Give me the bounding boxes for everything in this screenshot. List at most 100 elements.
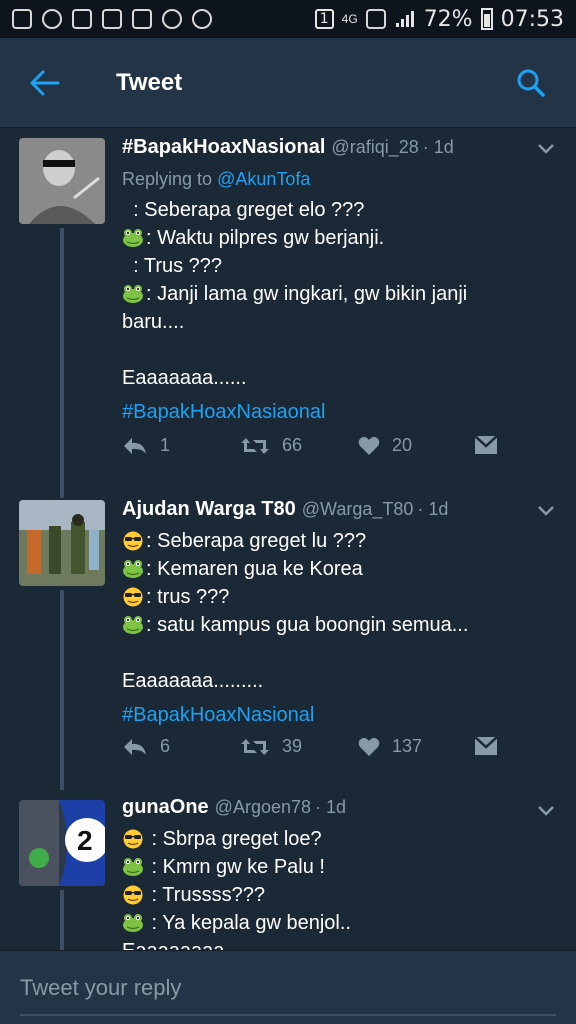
key-icon <box>132 9 152 29</box>
direct-message-button[interactable] <box>474 435 498 455</box>
tweet-line: : Seberapa greget lu ??? <box>122 527 556 555</box>
search-button[interactable] <box>486 38 576 128</box>
tweet-line: : Janji lama gw ingkari, gw bikin janji <box>122 280 556 308</box>
tweet-header: #BapakHoaxNasional @rafiqi_28 · 1d <box>122 136 556 159</box>
tweet-line: : Trussss??? <box>122 881 556 909</box>
tweet-line: : Sbrpa greget loe? <box>122 825 556 853</box>
tweet-body: #BapakHoaxNasional @rafiqi_28 · 1d Reply… <box>122 136 556 426</box>
hashtag-link[interactable]: #BapakHoaxNasiaonal <box>122 398 556 426</box>
app-notification-icon <box>12 9 32 29</box>
tweet-line-text: : Waktu pilpres gw berjanji. <box>146 227 385 249</box>
tweet-text: : Seberapa greget lu ??? : Kemaren gua ke… <box>122 527 556 695</box>
usb-icon <box>102 9 122 29</box>
frog-emoji-icon <box>123 616 143 634</box>
reply-input-underline <box>20 1014 556 1016</box>
tweet-time: · 1d <box>422 137 454 157</box>
tweet-line: : Kemaren gua ke Korea <box>122 555 556 583</box>
avatar[interactable] <box>19 500 105 586</box>
tweet-line-text: : Janji lama gw ingkari, gw bikin janji <box>146 283 468 305</box>
tweet-line: Eaaaaaaaa <box>122 937 556 950</box>
tweet-time: · 1d <box>417 499 449 519</box>
user-handle[interactable]: @Argoen78 <box>215 797 311 818</box>
tweet[interactable]: Ajudan Warga T80 @Warga_T80 · 1d : Seber… <box>0 490 576 790</box>
arrow-left-icon <box>30 70 60 95</box>
avatar-image <box>19 500 105 586</box>
tweet-line-text: : Seberapa greget elo ??? <box>122 199 365 221</box>
recycle-icon <box>72 9 92 29</box>
reply-count: 1 <box>160 435 171 455</box>
tweet-line: : trus ??? <box>122 583 556 611</box>
network-type: 4G <box>341 12 358 26</box>
display-name[interactable]: Ajudan Warga T80 <box>122 498 296 521</box>
thread-line <box>60 590 64 790</box>
avatar-image <box>19 138 105 224</box>
thread-line <box>60 890 64 950</box>
tweet-actions: 1 66 20 <box>122 435 502 465</box>
envelope-icon <box>474 736 498 755</box>
reply-button[interactable]: 6 <box>122 736 170 757</box>
like-button[interactable]: 137 <box>358 736 422 757</box>
tweet-line-text: Eaaaaaaaa <box>122 937 224 950</box>
retweet-button[interactable]: 66 <box>240 435 302 456</box>
tweet-line-text: : Sbrpa greget loe? <box>146 828 322 850</box>
tweet-line-text: : Ya kepala gw benjol.. <box>146 912 351 934</box>
system-indicators: 1 4G 72% 07:53 <box>314 6 564 32</box>
app-bar: Tweet <box>0 38 576 128</box>
tweet-line-text: : Kemaren gua ke Korea <box>146 558 363 580</box>
user-handle[interactable]: @Warga_T80 <box>302 499 414 520</box>
tweet-text: : Seberapa greget elo ??? : Waktu pilpres… <box>122 196 556 392</box>
tweet-line-text: Eaaaaaaa......... <box>122 670 264 692</box>
tweet-line-text: : satu kampus gua boongin semua... <box>146 614 469 636</box>
display-name[interactable]: gunaOne <box>122 796 209 819</box>
clock: 07:53 <box>500 6 564 32</box>
frog-emoji-icon <box>123 914 143 932</box>
tweet-time: · 1d <box>315 797 347 817</box>
reply-button[interactable]: 1 <box>122 435 170 456</box>
tweet-line-text: baru.... <box>122 311 185 333</box>
notification-icons <box>12 9 212 29</box>
sunglasses-emoji-icon <box>123 829 143 849</box>
sunglasses-emoji-icon <box>123 587 143 607</box>
tweet-line <box>122 336 556 364</box>
tweet-actions: 6 39 137 <box>122 736 502 766</box>
tweet-line: : Trus ??? <box>122 252 556 280</box>
display-name[interactable]: #BapakHoaxNasional <box>122 136 325 159</box>
back-button[interactable] <box>0 38 90 128</box>
tweet-line: : Seberapa greget elo ??? <box>122 196 556 224</box>
sunglasses-emoji-icon <box>123 531 143 551</box>
signal-bars-icon <box>395 11 414 27</box>
battery-percent: 72% <box>423 6 473 32</box>
chevron-down-icon[interactable] <box>536 504 556 518</box>
replying-to: Replying to @AkunTofa <box>122 169 556 190</box>
frog-emoji-icon <box>123 858 143 876</box>
retweet-button[interactable]: 39 <box>240 736 302 757</box>
user-handle[interactable]: @rafiqi_28 <box>331 137 418 158</box>
tweet-line: : satu kampus gua boongin semua... <box>122 611 556 639</box>
replying-label: Replying to <box>122 169 213 189</box>
tweet-line-text: : Trus ??? <box>122 255 223 277</box>
status-bar: 1 4G 72% 07:53 <box>0 0 576 38</box>
screen-record-icon <box>162 9 182 29</box>
hashtag-link[interactable]: #BapakHoaxNasional <box>122 701 556 729</box>
page-title: Tweet <box>116 68 183 96</box>
direct-message-button[interactable] <box>474 736 498 756</box>
tweet-body: Ajudan Warga T80 @Warga_T80 · 1d : Seber… <box>122 498 556 729</box>
tweet-list: #BapakHoaxNasional @rafiqi_28 · 1d Reply… <box>0 128 576 950</box>
avatar[interactable] <box>19 138 105 224</box>
tweet-text: : Sbrpa greget loe? : Kmrn gw ke Palu ! … <box>122 825 556 950</box>
reply-input[interactable]: Tweet your reply <box>20 975 181 1001</box>
tweet-line: Eaaaaaaa......... <box>122 667 556 695</box>
avatar[interactable]: 2 <box>19 800 105 886</box>
replying-to-link[interactable]: @AkunTofa <box>217 169 310 189</box>
tweet-line-text: : trus ??? <box>146 586 230 608</box>
tweet[interactable]: #BapakHoaxNasional @rafiqi_28 · 1d Reply… <box>0 128 576 498</box>
tweet-line <box>122 639 556 667</box>
tweet[interactable]: 2 gunaOne @Argoen78 · 1d : Sbrpa greget … <box>0 790 576 950</box>
heart-icon <box>358 737 380 756</box>
alert-icon <box>192 9 212 29</box>
chevron-down-icon[interactable] <box>536 142 556 156</box>
tweet-header: Ajudan Warga T80 @Warga_T80 · 1d <box>122 498 556 521</box>
chevron-down-icon[interactable] <box>536 804 556 818</box>
like-button[interactable]: 20 <box>358 435 412 456</box>
retweet-icon <box>241 738 269 755</box>
